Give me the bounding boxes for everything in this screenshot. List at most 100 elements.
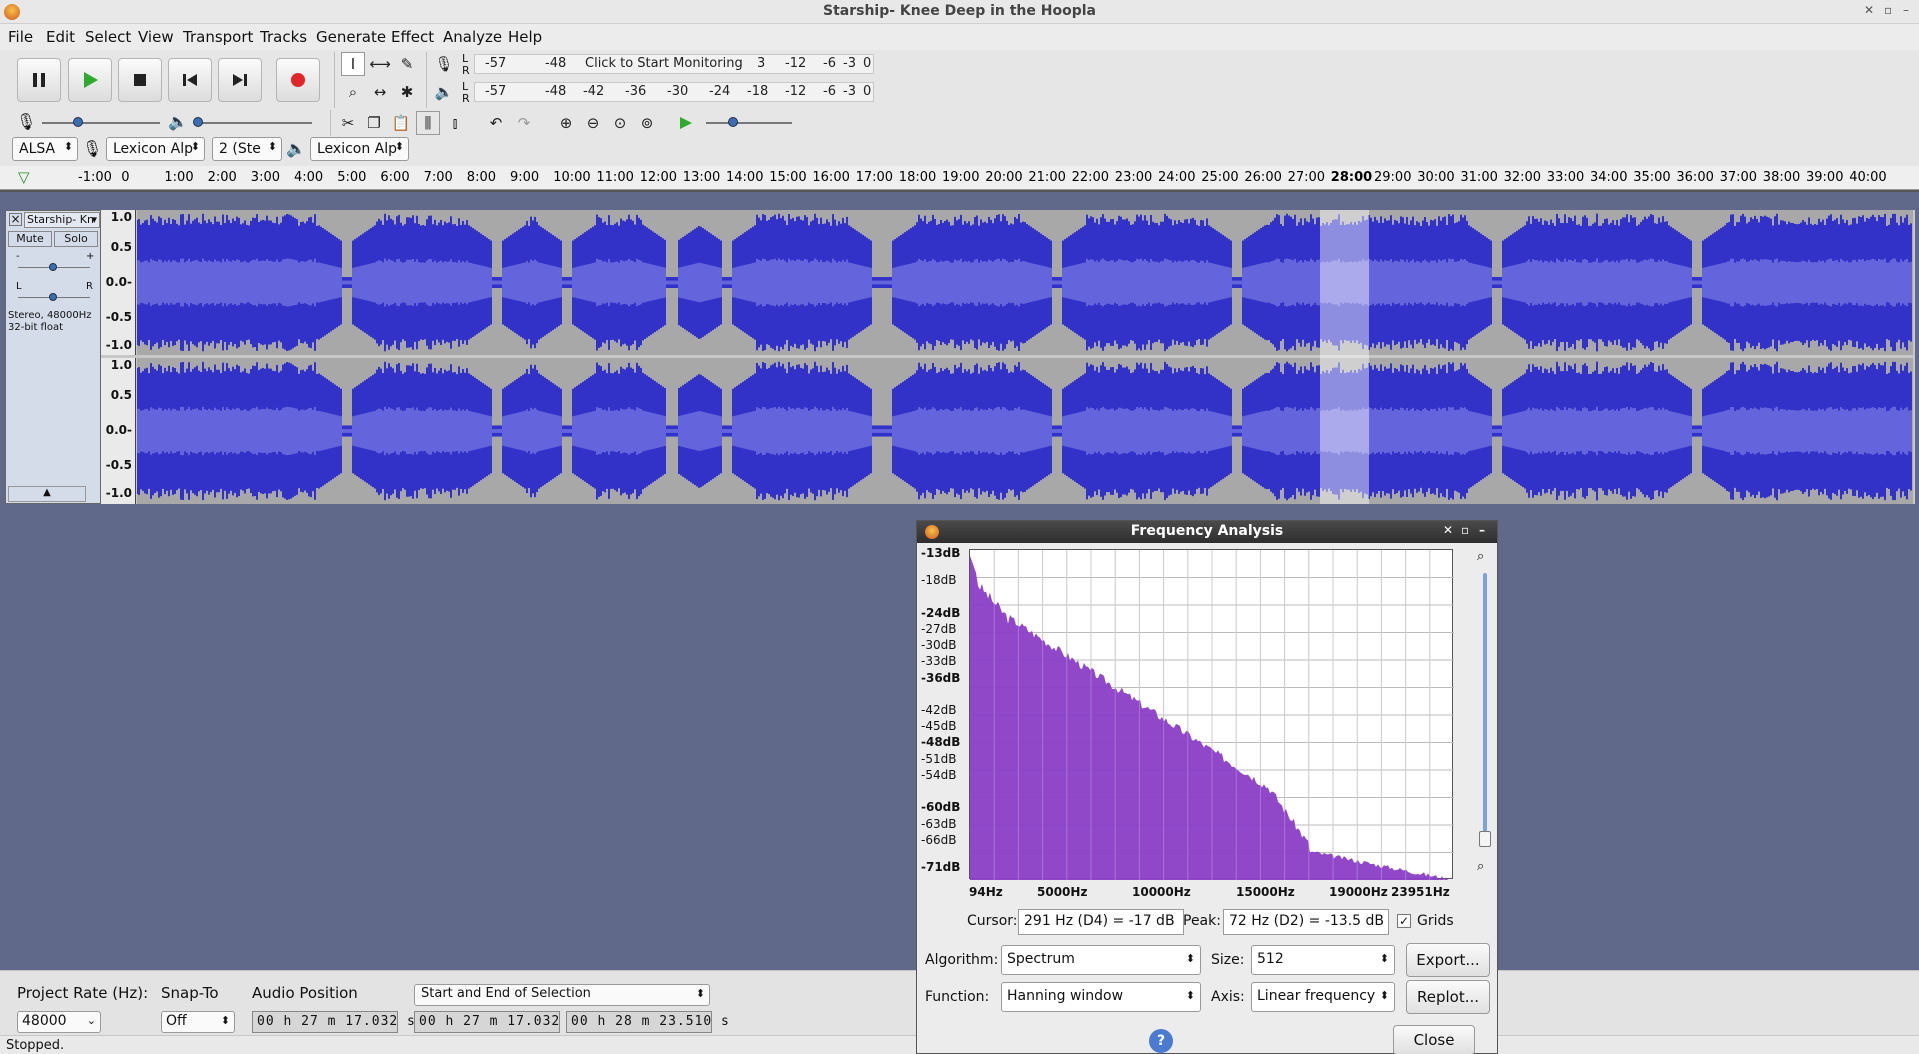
waveform-right-channel[interactable] [136,358,1913,504]
play-speed-slider[interactable] [706,122,792,124]
zoom-slider[interactable]: ⌕ ⌕ [1477,549,1491,874]
waveform-left-channel[interactable] [136,210,1913,355]
solo-button[interactable]: Solo [54,231,98,247]
algorithm-label: Algorithm: [925,952,999,968]
zoom-in-magnifier-icon[interactable]: ⌕ [1477,549,1484,564]
axis-label: Axis: [1211,989,1245,1005]
selection-end-field[interactable]: 00 h 28 m 23.510 s [566,1011,729,1033]
record-button[interactable] [276,58,320,102]
project-rate-select[interactable]: 48000 ⌄ [17,1011,101,1033]
updown-arrow-icon: ⬍ [695,987,705,1000]
replot-button[interactable]: Replot... [1406,980,1490,1014]
monitoring-prompt[interactable]: Click to Start Monitoring [585,56,743,71]
track-pan-knob[interactable] [49,293,57,301]
menu-effect[interactable]: Effect [391,28,434,46]
snap-to-select[interactable]: Off ⬍ [161,1011,235,1033]
restore-window-icon[interactable]: ▫ [1884,3,1892,17]
track-name-menu[interactable]: Starship- Kn ▾ [24,212,100,228]
spectrum-y-tick-label: -54dB [921,767,957,782]
trim-button[interactable]: ⫼ [416,111,440,135]
collapse-track-button[interactable]: ▲ [8,486,86,502]
play-meter[interactable]: -57 -48 -42 -36 -30 -24 -18 -12 -6 -3 0 [474,82,874,102]
selection-tool-button[interactable]: I [341,52,365,76]
play-at-speed-button[interactable] [674,111,698,135]
help-button[interactable]: ? [1149,1029,1173,1053]
multi-tool-button[interactable]: ✱ [395,80,419,104]
recording-device-select[interactable]: Lexicon Alp ⬍ [106,137,205,161]
playback-device-select[interactable]: Lexicon Alp ⬍ [310,137,409,161]
fit-selection-button[interactable]: ⊙ [608,111,632,135]
play-speed-knob[interactable] [728,117,738,127]
fit-project-button[interactable]: ⊚ [635,111,659,135]
pause-button[interactable] [17,58,61,102]
redo-button[interactable]: ↷ [512,111,536,135]
cut-button[interactable]: ✂ [336,111,360,135]
play-volume-knob[interactable] [193,117,203,127]
window-title: Starship- Knee Deep in the Hoopla [822,3,1096,19]
axis-select[interactable]: Linear frequency ⬍ [1251,982,1395,1012]
spectrum-y-tick-label: -36dB [921,670,961,685]
menu-generate[interactable]: Generate [316,28,386,46]
export-button[interactable]: Export... [1406,943,1490,977]
silence-button[interactable]: ⫾ [443,111,467,135]
audio-position-field[interactable]: 00 h 27 m 17.032 s [252,1011,415,1033]
track-control-panel: × Starship- Kn ▾ Mute Solo - + L R Stereo… [5,210,101,504]
ruler-tick-label: 6:00 [380,170,410,185]
record-volume-knob[interactable] [73,117,83,127]
zoom-out-magnifier-icon[interactable]: ⌕ [1477,859,1484,874]
spectrum-x-tick-label: 15000Hz [1236,885,1295,899]
skip-to-end-button[interactable] [218,58,262,102]
zoom-in-button[interactable]: ⊕ [554,111,578,135]
menu-edit[interactable]: Edit [46,28,75,46]
timeline-ruler[interactable]: -1:00 0 1:00 2:00 3:00 4:00 5:00 6:00 7:00 8:00 9:… [0,166,1919,190]
spectrum-plot[interactable] [969,549,1454,880]
selection-mode-select[interactable]: Start and End of Selection ⬍ [414,984,710,1006]
minimize-window-icon[interactable]: – [1903,3,1909,17]
close-window-icon[interactable]: ✕ [1864,3,1874,17]
spectrum-y-tick-label: -13dB [921,546,961,560]
menu-analyze[interactable]: Analyze [443,28,502,46]
record-volume-slider[interactable] [42,122,160,124]
dialog-close-icon[interactable]: ✕ [1443,523,1453,537]
record-meter-button[interactable]: 🎙 [432,52,456,76]
play-volume-slider[interactable] [194,122,312,124]
zoom-slider-thumb[interactable] [1479,831,1491,847]
menu-view[interactable]: View [138,28,174,46]
envelope-tool-button[interactable]: ⟷ [368,52,392,76]
selection-highlight[interactable] [1320,210,1369,504]
close-button[interactable]: Close [1393,1025,1475,1054]
dialog-maximize-icon[interactable]: ▫ [1461,523,1469,537]
size-select[interactable]: 512 ⬍ [1251,945,1395,975]
grids-checkbox[interactable]: ✓ [1397,914,1411,928]
fit-project-icon: ⊚ [640,114,654,132]
recording-channels-select[interactable]: 2 (Ste ⬍ [212,137,282,161]
dialog-minimize-icon[interactable]: – [1479,523,1485,537]
play-button[interactable] [68,58,112,102]
track-close-button[interactable]: × [9,213,22,226]
track-waveform-area[interactable]: 1.0 0.5 0.0- -0.5 -1.0 1.0 0.5 0.0- -0.5… [101,210,1915,504]
mute-button[interactable]: Mute [8,231,52,247]
menu-transport[interactable]: Transport [183,28,253,46]
timeshift-tool-button[interactable]: ↔ [368,80,392,104]
spectrum-x-tick-label: 19000Hz [1329,885,1388,899]
draw-tool-button[interactable]: ✎ [395,52,419,76]
menu-file[interactable]: File [8,28,33,46]
audio-host-select[interactable]: ALSA ⬍ [12,137,78,161]
algorithm-select[interactable]: Spectrum ⬍ [1001,945,1201,975]
copy-button[interactable]: ❐ [362,111,386,135]
play-head-icon[interactable]: ▽ [18,168,30,186]
play-meter-button[interactable]: 🔈 [432,80,456,104]
record-meter[interactable]: -57 -48 Click to Start Monitoring 3 -12 … [474,54,874,74]
menu-select[interactable]: Select [85,28,131,46]
zoom-out-button[interactable]: ⊖ [581,111,605,135]
track-gain-knob[interactable] [49,263,57,271]
paste-button[interactable]: 📋 [389,111,413,135]
stop-button[interactable] [118,58,162,102]
undo-button[interactable]: ↶ [484,111,508,135]
function-select[interactable]: Hanning window ⬍ [1001,982,1201,1012]
skip-to-start-button[interactable] [168,58,212,102]
menu-help[interactable]: Help [508,28,542,46]
menu-tracks[interactable]: Tracks [260,28,307,46]
selection-start-field[interactable]: 00 h 27 m 17.032 s [414,1011,577,1033]
zoom-tool-button[interactable]: ⌕ [341,80,365,104]
